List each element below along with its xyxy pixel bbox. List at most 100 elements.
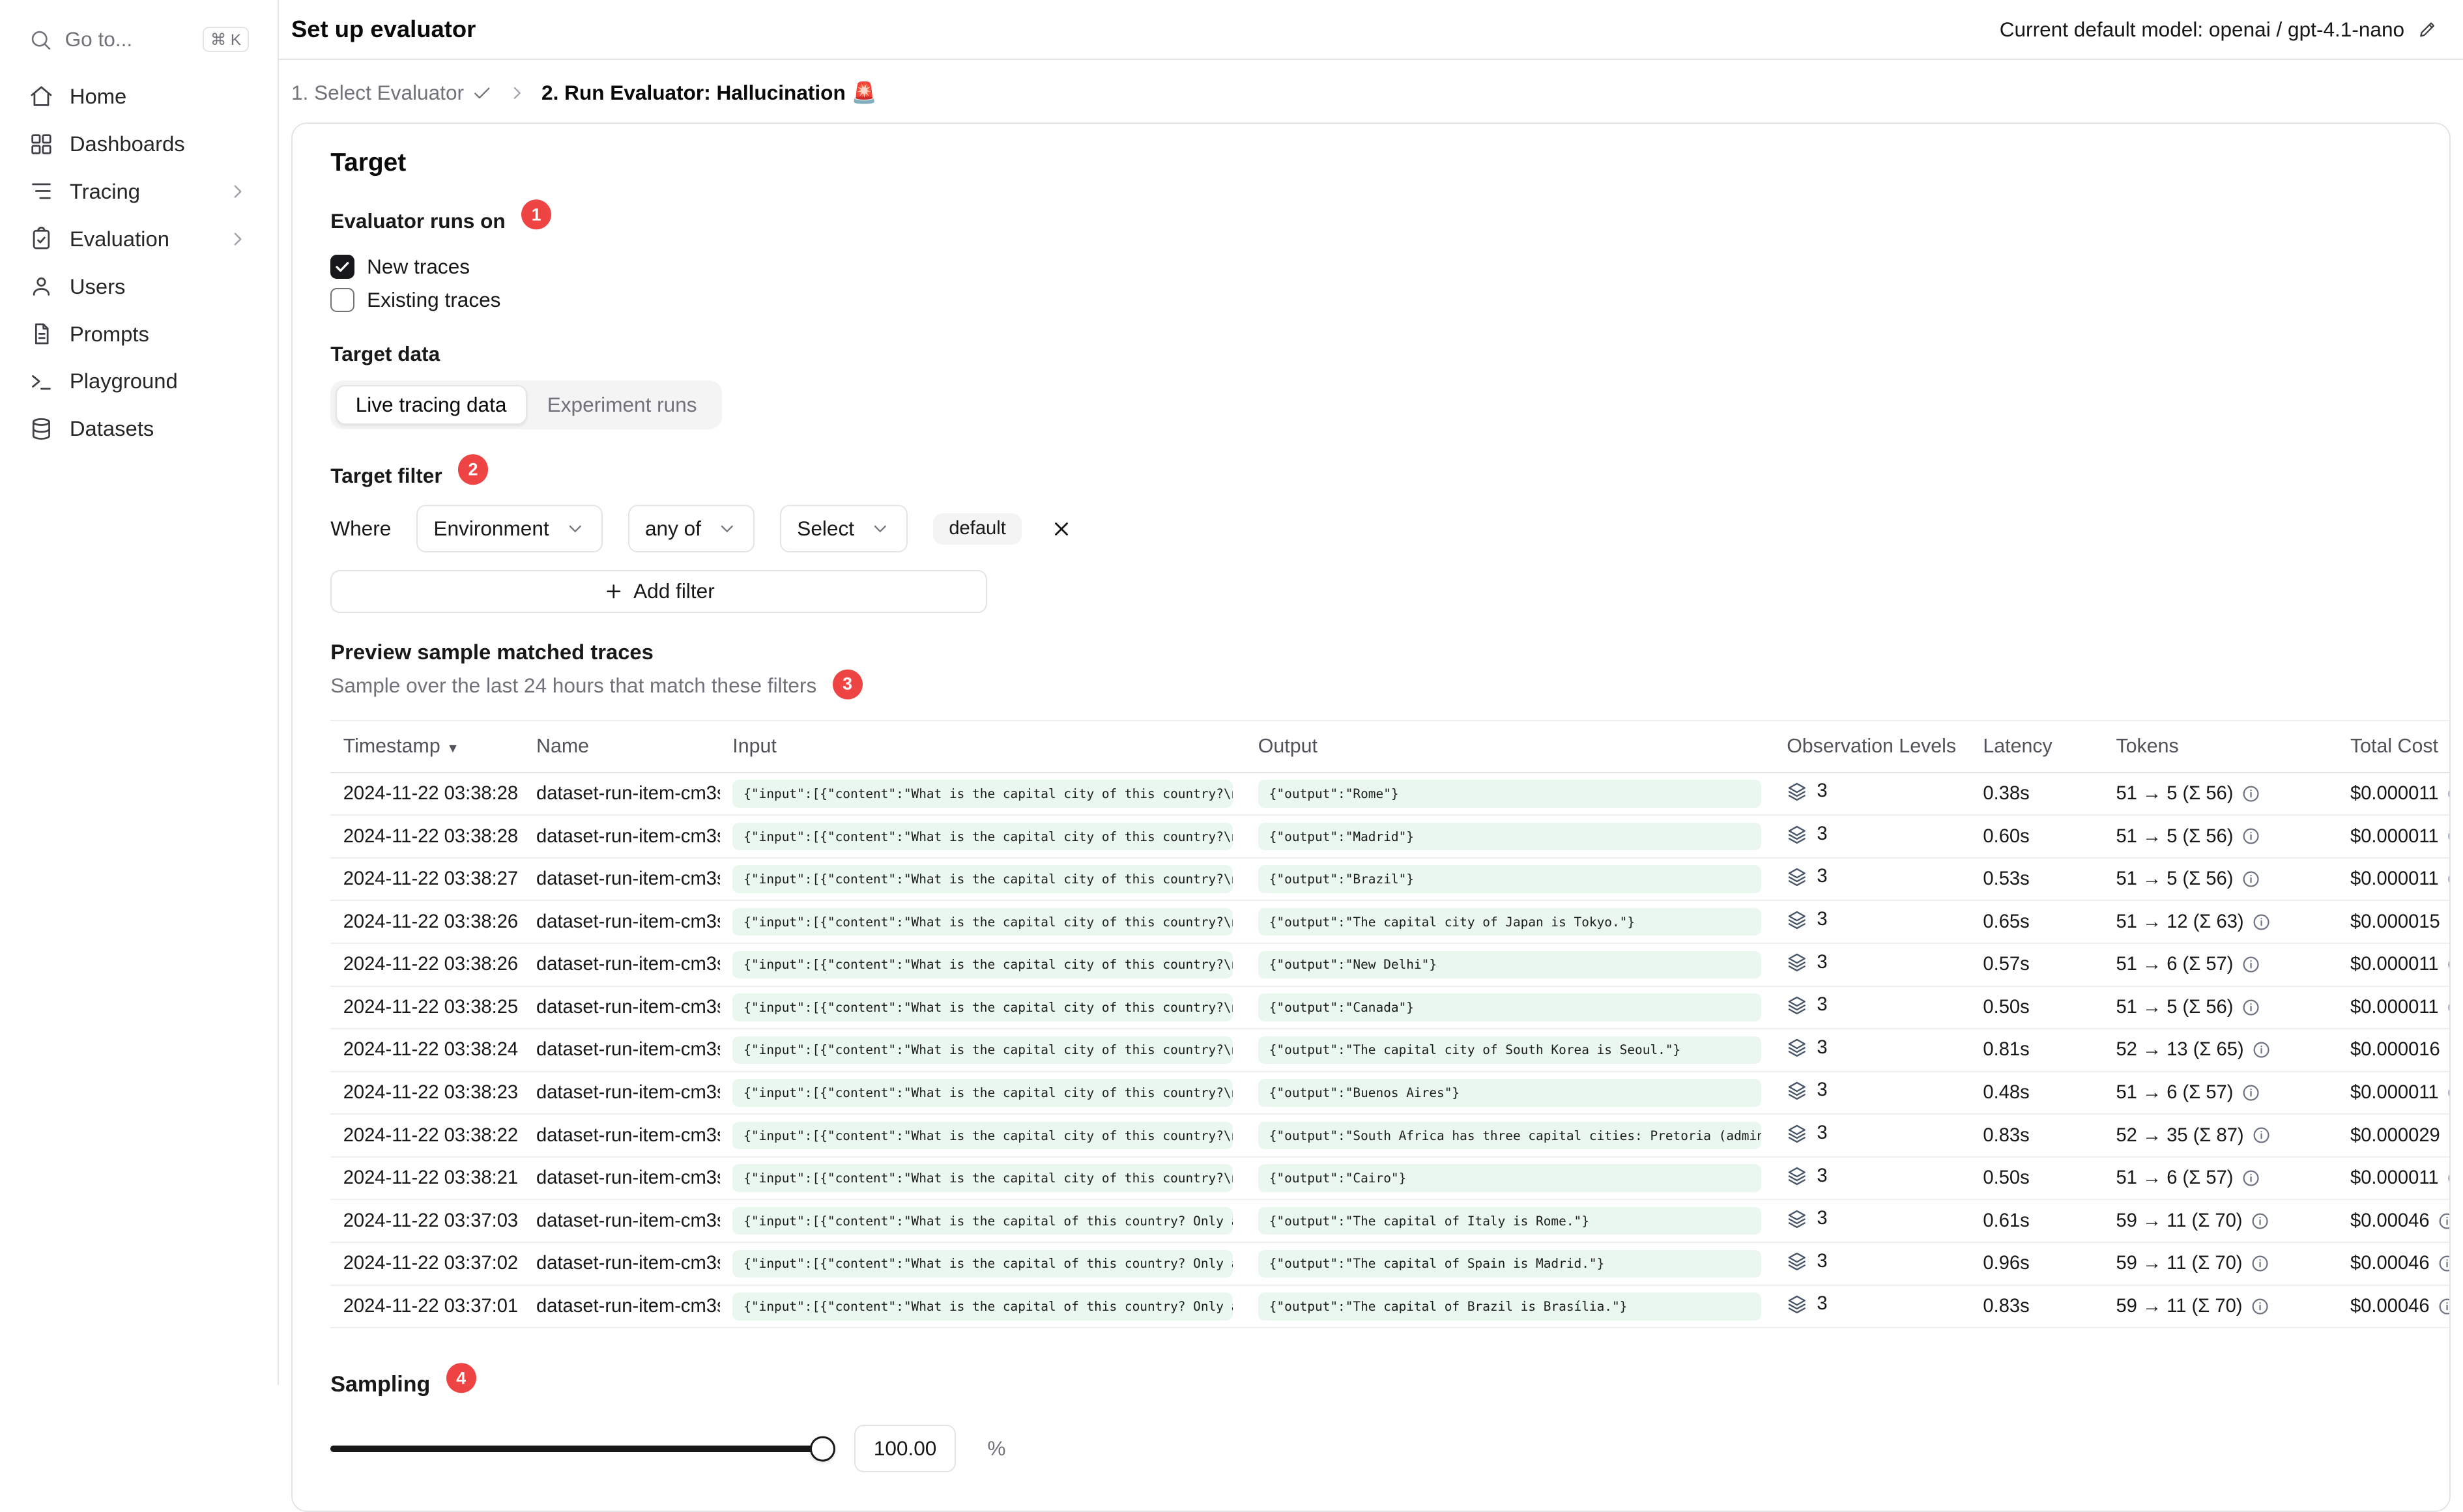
filter-field-dropdown[interactable]: Environment [416, 505, 603, 552]
info-icon[interactable] [2447, 998, 2449, 1017]
trace-row[interactable]: 2024-11-22 03:38:28 dataset-run-item-cm3… [330, 773, 2449, 816]
sidebar-item-users[interactable]: Users [19, 263, 258, 310]
cell-input[interactable]: {"input":[{"content":"What is the capita… [732, 1079, 1233, 1106]
cell-observation-levels: 3 [1787, 1037, 1827, 1059]
cell-latency: 0.53s [1970, 858, 2103, 901]
cell-output[interactable]: {"output":"The capital of Italy is Rome.… [1258, 1207, 1762, 1234]
layers-icon [1787, 909, 1808, 930]
sidebar-item-prompts[interactable]: Prompts [19, 310, 258, 358]
remove-filter-button[interactable] [1047, 515, 1076, 543]
cell-output[interactable]: {"output":"New Delhi"} [1258, 951, 1762, 978]
column-header-name: Name [524, 721, 720, 773]
cell-input[interactable]: {"input":[{"content":"What is the capita… [732, 1250, 1233, 1277]
cell-output[interactable]: {"output":"The capital city of South Kor… [1258, 1036, 1762, 1064]
add-filter-button[interactable]: Add filter [330, 570, 987, 613]
cell-output[interactable]: {"output":"Cairo"} [1258, 1164, 1762, 1191]
cell-observation-levels: 3 [1787, 866, 1827, 887]
sidebar-item-tracing[interactable]: Tracing [19, 167, 258, 215]
sampling-slider[interactable] [330, 1446, 823, 1452]
cell-input[interactable]: {"input":[{"content":"What is the capita… [732, 1122, 1233, 1149]
trace-row[interactable]: 2024-11-22 03:38:23 dataset-run-item-cm3… [330, 1072, 2449, 1115]
info-icon[interactable] [2447, 1169, 2449, 1188]
info-icon[interactable] [2447, 1083, 2449, 1102]
trace-row[interactable]: 2024-11-22 03:38:26 dataset-run-item-cm3… [330, 900, 2449, 943]
info-icon[interactable] [2241, 1083, 2260, 1102]
checkbox[interactable] [330, 255, 354, 278]
info-icon[interactable] [2251, 1297, 2269, 1316]
info-icon[interactable] [2447, 784, 2449, 803]
cell-input[interactable]: {"input":[{"content":"What is the capita… [732, 780, 1233, 807]
info-icon[interactable] [2241, 955, 2260, 974]
sampling-percent-input[interactable] [854, 1425, 955, 1472]
checkbox-option-existing-traces[interactable]: Existing traces [330, 283, 2411, 317]
cell-output[interactable]: {"output":"Buenos Aires"} [1258, 1079, 1762, 1106]
sidebar-item-dashboards[interactable]: Dashboards [19, 121, 258, 168]
info-icon[interactable] [2447, 870, 2449, 889]
cell-input[interactable]: {"input":[{"content":"What is the capita… [732, 993, 1233, 1021]
trace-row[interactable]: 2024-11-22 03:37:02 dataset-run-item-cm3… [330, 1242, 2449, 1285]
percent-sign: % [987, 1436, 1005, 1461]
sidebar-item-datasets[interactable]: Datasets [19, 405, 258, 453]
cell-output[interactable]: {"output":"The capital of Spain is Madri… [1258, 1250, 1762, 1277]
checkbox-option-new-traces[interactable]: New traces [330, 250, 2411, 283]
cell-input[interactable]: {"input":[{"content":"What is the capita… [732, 1164, 1233, 1191]
trace-row[interactable]: 2024-11-22 03:38:21 dataset-run-item-cm3… [330, 1157, 2449, 1200]
info-icon[interactable] [2251, 1212, 2269, 1231]
cell-input[interactable]: {"input":[{"content":"What is the capita… [732, 823, 1233, 850]
cell-output[interactable]: {"output":"Madrid"} [1258, 823, 1762, 850]
cell-output[interactable]: {"output":"The capital of Brazil is Bras… [1258, 1292, 1762, 1320]
filter-value-dropdown[interactable]: Select [780, 505, 908, 552]
checkbox[interactable] [330, 288, 354, 311]
trace-row[interactable]: 2024-11-22 03:38:22 dataset-run-item-cm3… [330, 1114, 2449, 1157]
sidebar-item-playground[interactable]: Playground [19, 358, 258, 405]
cell-output[interactable]: {"output":"Brazil"} [1258, 865, 1762, 892]
info-icon[interactable] [2438, 1254, 2449, 1273]
cell-input[interactable]: {"input":[{"content":"What is the capita… [732, 951, 1233, 978]
info-icon[interactable] [2241, 784, 2260, 803]
trace-row[interactable]: 2024-11-22 03:38:25 dataset-run-item-cm3… [330, 986, 2449, 1029]
info-icon[interactable] [2241, 998, 2260, 1017]
trace-row[interactable]: 2024-11-22 03:37:01 dataset-run-item-cm3… [330, 1285, 2449, 1328]
evaluator-runs-on-label: Evaluator runs on [330, 209, 505, 233]
info-icon[interactable] [2448, 1040, 2449, 1059]
cell-output[interactable]: {"output":"Canada"} [1258, 993, 1762, 1021]
sidebar-item-home[interactable]: Home [19, 73, 258, 121]
info-icon[interactable] [2447, 827, 2449, 846]
goto-search[interactable]: Go to... ⌘ K [19, 16, 258, 63]
info-icon[interactable] [2448, 1126, 2449, 1145]
cell-input[interactable]: {"input":[{"content":"What is the capita… [732, 908, 1233, 935]
breadcrumb-step-select-evaluator[interactable]: 1. Select Evaluator [291, 81, 493, 105]
cell-input[interactable]: {"input":[{"content":"What is the capita… [732, 1036, 1233, 1064]
trace-row[interactable]: 2024-11-22 03:38:28 dataset-run-item-cm3… [330, 815, 2449, 858]
cell-total-cost: $0.000015 [2350, 911, 2440, 933]
trace-row[interactable]: 2024-11-22 03:38:27 dataset-run-item-cm3… [330, 858, 2449, 901]
info-icon[interactable] [2438, 1297, 2449, 1316]
column-header-timestamp[interactable]: Timestamp▼ [330, 721, 523, 773]
cell-observation-levels: 3 [1787, 1079, 1827, 1101]
slider-thumb[interactable] [810, 1436, 835, 1461]
filter-operator-dropdown[interactable]: any of [628, 505, 755, 552]
tab-experiment-runs[interactable]: Experiment runs [527, 385, 717, 424]
cell-input[interactable]: {"input":[{"content":"What is the capita… [732, 1292, 1233, 1320]
info-icon[interactable] [2241, 870, 2260, 889]
info-icon[interactable] [2252, 1040, 2271, 1059]
cell-output[interactable]: {"output":"The capital city of Japan is … [1258, 908, 1762, 935]
trace-row[interactable]: 2024-11-22 03:38:26 dataset-run-item-cm3… [330, 943, 2449, 986]
sidebar-item-evaluation[interactable]: Evaluation [19, 215, 258, 263]
edit-pencil-icon[interactable] [2417, 19, 2438, 40]
cell-output[interactable]: {"output":"Rome"} [1258, 780, 1762, 807]
cell-input[interactable]: {"input":[{"content":"What is the capita… [732, 1207, 1233, 1234]
info-icon[interactable] [2251, 1254, 2269, 1273]
info-icon[interactable] [2252, 1126, 2271, 1145]
trace-row[interactable]: 2024-11-22 03:37:03 dataset-run-item-cm3… [330, 1199, 2449, 1242]
trace-row[interactable]: 2024-11-22 03:38:24 dataset-run-item-cm3… [330, 1029, 2449, 1072]
cell-input[interactable]: {"input":[{"content":"What is the capita… [732, 865, 1233, 892]
info-icon[interactable] [2252, 913, 2271, 932]
info-icon[interactable] [2241, 827, 2260, 846]
tab-live-tracing-data[interactable]: Live tracing data [336, 385, 527, 424]
cell-output[interactable]: {"output":"South Africa has three capita… [1258, 1122, 1762, 1149]
info-icon[interactable] [2447, 955, 2449, 974]
info-icon[interactable] [2438, 1212, 2449, 1231]
info-icon[interactable] [2241, 1169, 2260, 1188]
info-icon[interactable] [2448, 913, 2449, 932]
